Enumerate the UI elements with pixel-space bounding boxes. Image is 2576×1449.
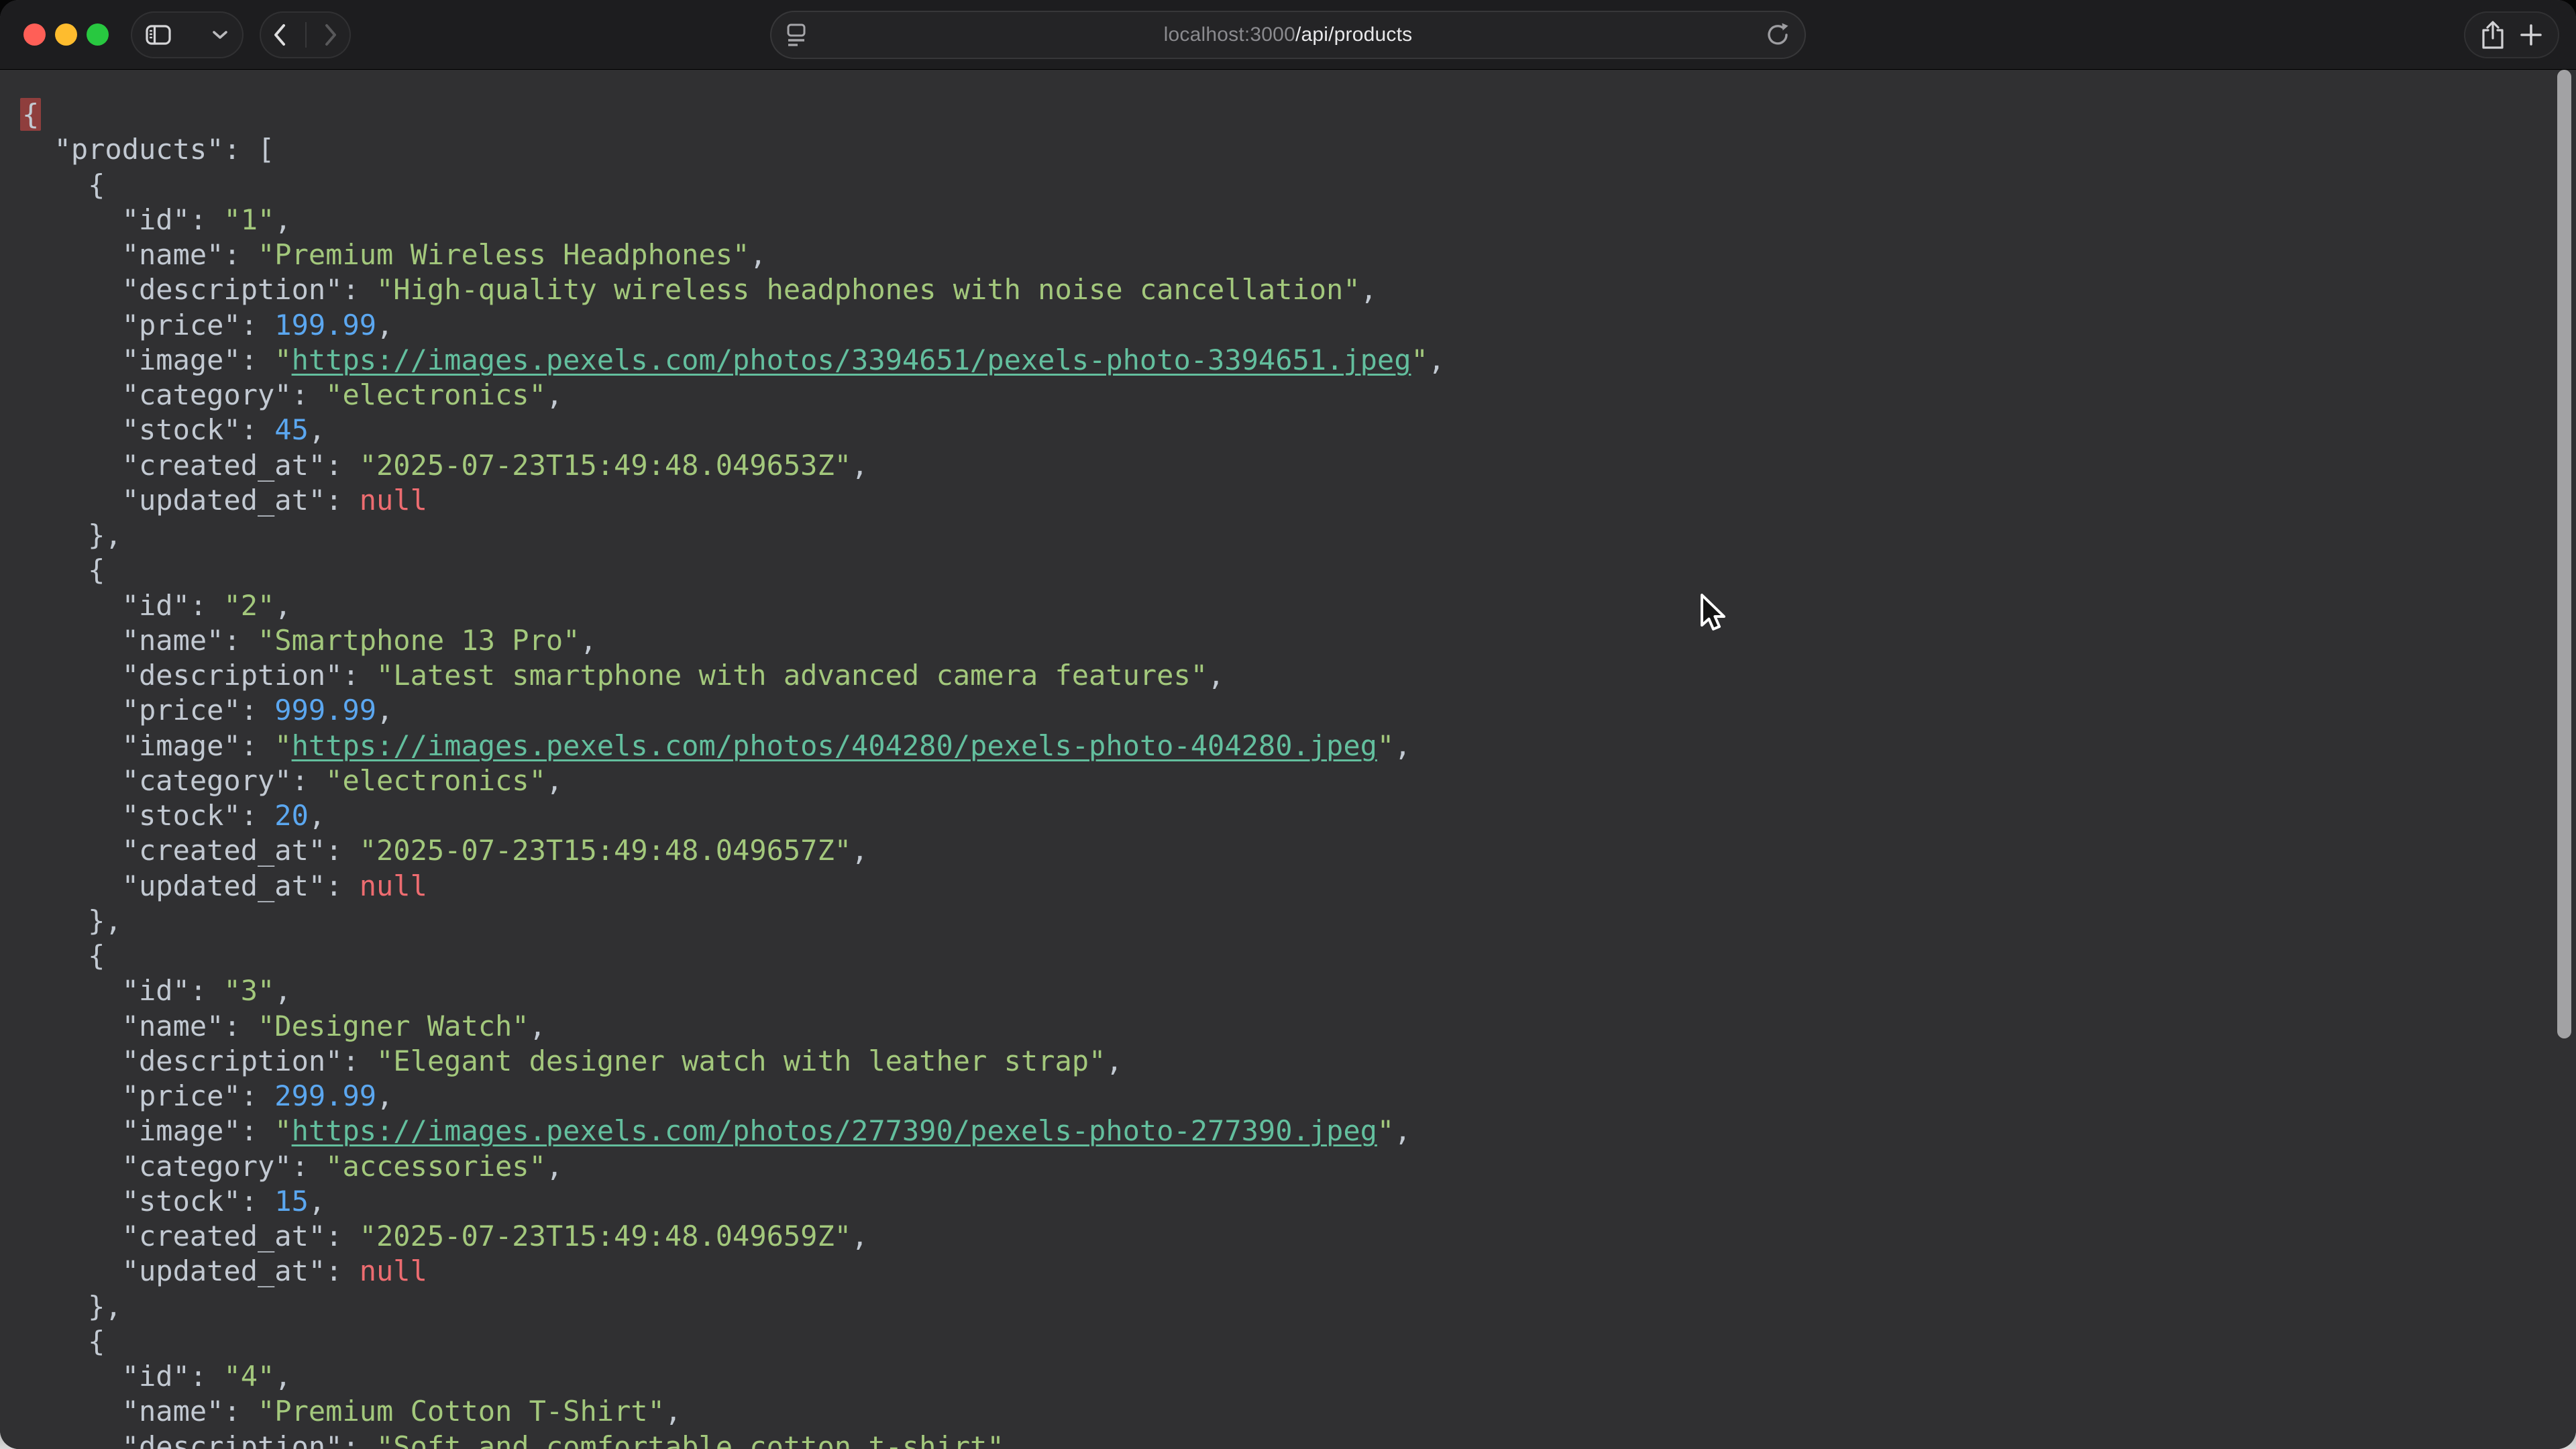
- share-button[interactable]: [2480, 19, 2506, 50]
- json-body: { "products": [ { "id": "1", "name": "Pr…: [0, 70, 2576, 1449]
- sidebar-toggle-icon: [146, 25, 171, 45]
- chevron-down-icon: [211, 30, 229, 40]
- page-format-button[interactable]: [786, 23, 806, 47]
- json-link[interactable]: https://images.pexels.com/photos/404280/…: [292, 729, 1377, 762]
- toolbar: localhost:3000/api/products: [0, 0, 2576, 70]
- scrollbar-thumb[interactable]: [2557, 70, 2571, 1038]
- share-icon: [2480, 19, 2506, 50]
- sidebar-button-group: [131, 11, 244, 58]
- zoom-button[interactable]: [87, 23, 109, 46]
- traffic-lights: [23, 23, 109, 46]
- url-text: localhost:3000/api/products: [771, 23, 1805, 46]
- sidebar-toggle-button[interactable]: [146, 25, 171, 45]
- url-host: localhost:3000: [1164, 23, 1295, 46]
- reload-button[interactable]: [1766, 23, 1790, 47]
- page-format-icon: [786, 23, 806, 47]
- page-content: { "products": [ { "id": "1", "name": "Pr…: [0, 70, 2576, 1449]
- url-path: /api/products: [1295, 23, 1412, 46]
- navigation-button-group: [260, 11, 351, 58]
- json-link[interactable]: https://images.pexels.com/photos/3394651…: [292, 343, 1411, 376]
- chevron-right-icon: [324, 23, 337, 47]
- close-button[interactable]: [23, 23, 46, 46]
- address-bar[interactable]: localhost:3000/api/products: [770, 11, 1806, 59]
- plus-icon: [2519, 23, 2543, 47]
- json-link[interactable]: https://images.pexels.com/photos/277390/…: [292, 1114, 1377, 1147]
- browser-window: localhost:3000/api/products: [0, 0, 2576, 1449]
- minimize-button[interactable]: [55, 23, 77, 46]
- new-tab-button[interactable]: [2519, 23, 2543, 47]
- share-tab-group: [2464, 11, 2559, 58]
- back-button[interactable]: [273, 23, 286, 47]
- forward-button[interactable]: [324, 23, 337, 47]
- chevron-left-icon: [273, 23, 286, 47]
- nav-divider: [305, 22, 307, 48]
- sidebar-menu-button[interactable]: [211, 30, 229, 40]
- find-match-highlight: {: [20, 98, 41, 131]
- reload-icon: [1766, 23, 1790, 47]
